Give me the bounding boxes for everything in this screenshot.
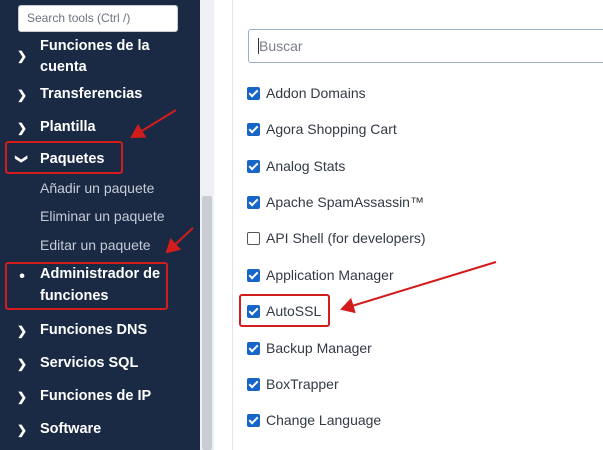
feature-label: Application Manager: [266, 267, 394, 283]
chevron-right-icon: ❯: [16, 390, 28, 404]
checkbox-checked-icon[interactable]: [247, 123, 260, 136]
checkbox-checked-icon[interactable]: [247, 87, 260, 100]
sidebar-item-funciones-ip[interactable]: ❯ Funciones de IP: [0, 388, 200, 408]
text-caret: [258, 38, 259, 54]
sidebar-subitem-anadir-paquete[interactable]: Añadir un paquete: [40, 180, 154, 196]
chevron-right-icon: ❯: [16, 121, 28, 135]
sidebar-item-label: Funciones DNS: [40, 322, 148, 338]
chevron-right-icon: ❯: [16, 49, 28, 63]
sidebar-item-label: Software: [40, 421, 102, 437]
sidebar-subitem-eliminar-paquete[interactable]: Eliminar un paquete: [40, 208, 165, 224]
chevron-right-icon: ❯: [16, 423, 28, 437]
sidebar-item-label: Servicios SQL: [40, 355, 139, 371]
sidebar-item-transferencias[interactable]: ❯ Transferencias: [0, 86, 200, 106]
feature-label: Analog Stats: [266, 158, 346, 174]
feature-label: Backup Manager: [266, 340, 372, 356]
sidebar-item-label: cuenta: [40, 59, 87, 75]
highlight-box-administrador: [5, 262, 168, 310]
chevron-right-icon: ❯: [16, 324, 28, 338]
sidebar: Search tools (Ctrl /) ❯ Funciones de la …: [0, 0, 200, 450]
content-divider: [232, 0, 233, 450]
feature-label: Addon Domains: [266, 85, 366, 101]
sidebar-item-plantilla[interactable]: ❯ Plantilla: [0, 119, 200, 139]
sidebar-item-label: Funciones de IP: [40, 388, 152, 404]
checkbox-checked-icon[interactable]: [247, 196, 260, 209]
sidebar-item-label: Transferencias: [40, 86, 143, 102]
sidebar-item-label: Funciones de la: [40, 38, 150, 54]
feature-label: Agora Shopping Cart: [266, 121, 397, 137]
checkbox-checked-icon[interactable]: [247, 269, 260, 282]
feature-label: Change Language: [266, 412, 382, 428]
feature-label: API Shell (for developers): [266, 230, 426, 246]
sidebar-subitem-editar-paquete[interactable]: Editar un paquete: [40, 237, 151, 253]
checkbox-checked-icon[interactable]: [247, 414, 260, 427]
feature-label: Apache SpamAssassin™: [266, 194, 424, 210]
sidebar-item-funciones-cuenta[interactable]: ❯ Funciones de la cuenta: [0, 36, 200, 80]
checkbox-checked-icon[interactable]: [247, 160, 260, 173]
sidebar-item-servicios-sql[interactable]: ❯ Servicios SQL: [0, 355, 200, 375]
sidebar-item-label: Plantilla: [40, 119, 96, 135]
checkbox-unchecked-icon[interactable]: [247, 232, 260, 245]
checkbox-checked-icon[interactable]: [247, 342, 260, 355]
feature-label: BoxTrapper: [266, 376, 339, 392]
sidebar-search-input[interactable]: Search tools (Ctrl /): [18, 5, 178, 32]
sidebar-scrollbar-thumb[interactable]: [202, 196, 212, 450]
highlight-box-autossl: [239, 294, 330, 327]
chevron-right-icon: ❯: [16, 88, 28, 102]
checkbox-checked-icon[interactable]: [247, 378, 260, 391]
highlight-box-paquetes: [5, 141, 123, 174]
feature-search-input[interactable]: Buscar: [248, 29, 603, 63]
sidebar-item-funciones-dns[interactable]: ❯ Funciones DNS: [0, 322, 200, 342]
sidebar-item-software[interactable]: ❯ Software: [0, 421, 200, 441]
chevron-right-icon: ❯: [16, 357, 28, 371]
